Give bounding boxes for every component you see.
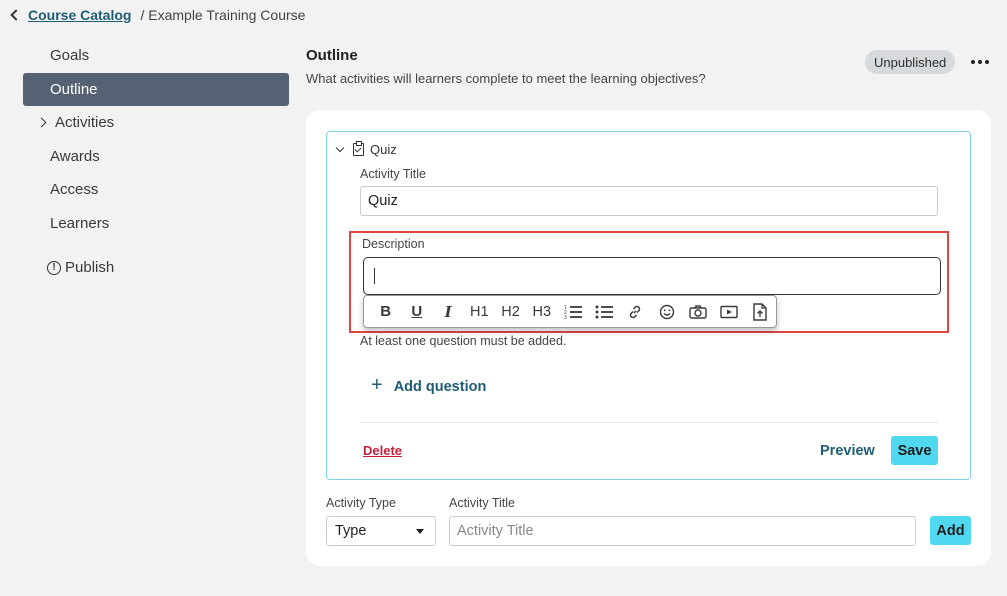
underline-button[interactable]: U [401,298,432,326]
activity-editor: Quiz Activity Title Quiz Description B U… [326,131,971,480]
image-button[interactable] [682,298,713,326]
page-subtitle: What activities will learners complete t… [306,71,706,86]
description-highlight: Description B U I H1 H2 H3 123 [349,231,949,333]
dot-icon [984,59,990,65]
heading2-button[interactable]: H2 [495,298,526,326]
link-icon [630,305,641,318]
breadcrumb: Course Catalog / Example Training Course [10,7,305,23]
video-button[interactable] [714,298,745,326]
caret-down-icon [416,528,424,534]
add-activity-button[interactable]: Add [930,516,971,545]
bulleted-list-icon [595,305,614,318]
camera-icon [689,304,707,319]
sidebar-item-learners[interactable]: Learners [23,207,289,241]
sidebar-item-label: Activities [55,114,115,132]
alert-circle-icon: ! [47,260,61,275]
sidebar-item-outline[interactable]: Outline [23,72,289,106]
emoji-button[interactable] [651,298,682,326]
sidebar-item-label: Outline [50,80,98,98]
delete-button[interactable]: Delete [363,443,402,458]
more-options-button[interactable] [965,49,995,75]
breadcrumb-current: / Example Training Course [140,7,306,23]
sidebar-item-access[interactable]: Access [23,173,289,207]
heading1-button[interactable]: H1 [464,298,495,326]
sidebar-item-label: Goals [50,47,90,65]
clipboard-check-icon [353,141,364,156]
activity-type-label: Quiz [370,142,397,157]
numbered-list-icon: 123 [564,305,583,320]
sidebar-item-awards[interactable]: Awards [23,140,289,174]
file-upload-button[interactable] [745,298,776,326]
dot-icon [970,59,976,65]
video-play-icon [720,305,738,318]
bulleted-list-button[interactable] [589,298,620,326]
save-button[interactable]: Save [891,436,938,465]
chevron-right-icon [36,117,47,128]
question-required-hint: At least one question must be added. [360,334,567,348]
add-question-label: Add question [393,378,487,395]
preview-button[interactable]: Preview [820,443,875,459]
activity-type-field-label: Activity Type [326,496,396,510]
activity-title-input[interactable]: Quiz [360,186,938,216]
text-cursor [374,268,375,284]
link-button[interactable] [620,298,651,326]
activity-title-label: Activity Title [360,167,426,181]
description-label: Description [362,237,425,251]
divider [360,422,938,423]
italic-button[interactable]: I [432,298,463,326]
description-editor[interactable] [363,257,941,295]
smiley-icon [659,304,674,319]
activity-type-value: Type [335,523,367,539]
page-title: Outline [306,47,358,64]
activity-type-select[interactable]: Type [326,516,436,546]
formatting-toolbar: B U I H1 H2 H3 123 [363,295,777,328]
activity-header[interactable]: Quiz [335,141,397,157]
sidebar: Goals Outline Activities Awards Access L… [23,39,289,285]
heading3-button[interactable]: H3 [526,298,557,326]
sidebar-item-label: Access [50,181,99,199]
svg-text:3: 3 [564,315,567,320]
bold-button[interactable]: B [370,298,401,326]
sidebar-item-activities[interactable]: Activities [23,106,289,140]
add-question-button[interactable]: + Add question [371,374,487,397]
chevron-left-icon[interactable] [10,9,22,21]
sidebar-item-label: Awards [50,147,100,165]
status-badge: Unpublished [865,50,956,74]
dot-icon [977,59,983,65]
sidebar-item-publish[interactable]: ! Publish [23,251,289,285]
outline-card: Quiz Activity Title Quiz Description B U… [306,110,991,566]
chevron-down-icon[interactable] [335,143,345,153]
numbered-list-button[interactable]: 123 [557,298,588,326]
file-upload-icon [753,302,768,321]
sidebar-item-label: Learners [50,214,110,232]
new-activity-title-label: Activity Title [449,496,515,510]
breadcrumb-course-catalog-link[interactable]: Course Catalog [28,7,131,23]
plus-icon: + [371,374,383,396]
sidebar-item-label: Publish [65,259,115,277]
new-activity-title-input[interactable] [449,516,916,546]
sidebar-item-goals[interactable]: Goals [23,39,289,73]
